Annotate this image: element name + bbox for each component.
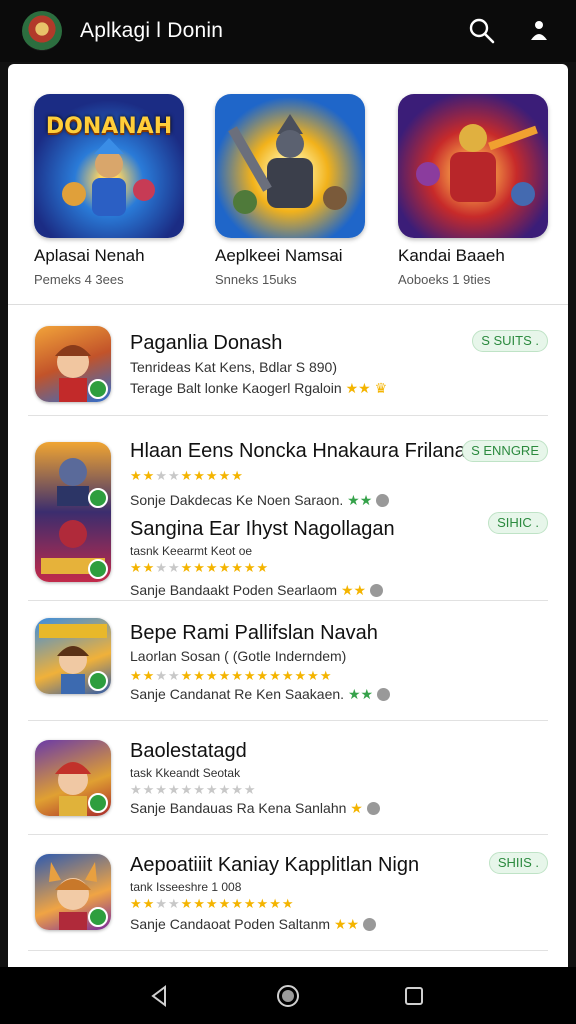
status-badge[interactable]: S SUITS . bbox=[472, 330, 548, 352]
installed-badge bbox=[88, 907, 108, 927]
home-icon[interactable] bbox=[273, 981, 303, 1011]
star-icon: ★★ bbox=[347, 492, 373, 508]
star-icon: ★★ bbox=[347, 686, 374, 702]
app-subtitle: Laorlan Sosan ( (Gotle Inderndem) bbox=[130, 648, 347, 664]
developer-text: Sanje Candaoat Poden Saltanm bbox=[130, 916, 331, 932]
app-subtitle: tasnk Keearmt Keot oe bbox=[130, 544, 253, 558]
status-badge[interactable]: SIHIC . bbox=[488, 512, 548, 534]
developer-text: Sanje Candanat Re Ken Saakaen. bbox=[130, 686, 345, 702]
featured-card-2[interactable]: Aeplkeei Namsai Snneks 15uks bbox=[215, 94, 375, 287]
app-subtitle: task Kkeandt Seotak bbox=[130, 766, 241, 780]
installed-badge bbox=[88, 488, 108, 508]
row-divider bbox=[28, 834, 548, 835]
crown-icon: ♛ bbox=[374, 380, 388, 396]
featured-meta: Snneks 15uks bbox=[215, 272, 297, 287]
app-icon[interactable] bbox=[35, 618, 111, 694]
info-icon bbox=[366, 802, 380, 815]
installed-badge bbox=[88, 559, 108, 579]
info-icon bbox=[377, 688, 391, 701]
app-title: Aplkagi l Donin bbox=[80, 19, 224, 42]
featured-meta: Aoboeks 1 9ties bbox=[398, 272, 491, 287]
list-item[interactable]: Hlaan Eens Noncka Hnakaura Frilanah ★★★★… bbox=[28, 440, 548, 598]
star-icon: ★★ bbox=[345, 380, 371, 396]
featured-name: Aplasai Nenah bbox=[34, 246, 145, 265]
hero-illustration bbox=[62, 138, 155, 216]
row-divider bbox=[28, 950, 548, 951]
list-item[interactable]: Paganlia Donash Tenrideas Kat Kens, Bdla… bbox=[28, 326, 548, 406]
featured-name: Aeplkeei Namsai bbox=[215, 246, 343, 265]
app-developer: Sanje Candaoat Poden Saltanm ★★ bbox=[130, 916, 377, 933]
rating-stars: ★★★★★★★★★★ bbox=[130, 782, 257, 797]
app-name: Hlaan Eens Noncka Hnakaura Frilanah bbox=[130, 440, 477, 462]
rating-stars: ★★★★★★★★★★★ bbox=[130, 560, 270, 575]
installed-badge bbox=[88, 793, 108, 813]
app-icon[interactable] bbox=[35, 740, 111, 816]
developer-text: Terage Balt lonke Kaogerl Rgaloin bbox=[130, 380, 342, 396]
app-developer: Sanje Bandauas Ra Kena Sanlahn ★ bbox=[130, 800, 380, 817]
top-app-bar: Aplkagi l Donin bbox=[0, 0, 576, 62]
app-developer: Sanje Bandaakt Poden Searlaom ★★ bbox=[130, 582, 384, 599]
back-icon[interactable] bbox=[145, 981, 175, 1011]
row-divider bbox=[28, 415, 548, 416]
star-icon: ★★ bbox=[333, 916, 360, 932]
app-subtitle: tank Isseeshre 1 008 bbox=[130, 880, 242, 894]
system-navigation-bar bbox=[0, 967, 576, 1024]
developer-text: Sanje Bandaakt Poden Searlaom bbox=[130, 582, 338, 598]
app-name: Sangina Ear Ihyst Nagollagan bbox=[130, 518, 395, 540]
list-item[interactable]: Aepoatiiit Kaniay Kapplitlan Nign tank I… bbox=[28, 852, 548, 934]
rating-stars: ★★★★★★★★★★★★★ bbox=[130, 896, 295, 911]
list-item[interactable]: Bepe Rami Pallifslan Navah Laorlan Sosan… bbox=[28, 618, 548, 702]
status-badge[interactable]: S ENNGRE bbox=[462, 440, 548, 462]
featured-carousel: DONANAH Aplasai Nenah Pemeks 4 3ees Aepl… bbox=[8, 64, 568, 304]
installed-badge bbox=[88, 379, 108, 399]
list-item[interactable]: Baolestatagd task Kkeandt Seotak ★★★★★★★… bbox=[28, 740, 548, 820]
rating-stars: ★★★★★★★★★★★★★★★★ bbox=[130, 668, 333, 683]
warrior-illustration bbox=[416, 124, 538, 206]
app-icon[interactable] bbox=[35, 326, 111, 402]
app-subtitle: Tenrideas Kat Kens, Bdlar S 890) bbox=[130, 359, 338, 375]
app-icon[interactable] bbox=[35, 854, 111, 930]
rating-stars: ★★★★★★★★★ bbox=[130, 468, 244, 483]
content-sheet: DONANAH Aplasai Nenah Pemeks 4 3ees Aepl… bbox=[8, 64, 568, 967]
status-badge[interactable]: SHIIS . bbox=[488, 852, 548, 874]
info-icon bbox=[363, 918, 377, 931]
featured-name: Kandai Baaeh bbox=[398, 246, 505, 265]
featured-card-1[interactable]: DONANAH Aplasai Nenah Pemeks 4 3ees bbox=[34, 94, 194, 287]
developer-text: Sonje Dakdecas Ke Noen Saraon. bbox=[130, 492, 344, 508]
star-icon: ★ bbox=[350, 800, 363, 816]
knight-illustration bbox=[228, 114, 347, 214]
game-logo-icon[interactable] bbox=[22, 11, 62, 51]
featured-thumbnail[interactable] bbox=[215, 94, 365, 238]
app-name: Baolestatagd bbox=[130, 740, 247, 762]
app-icon[interactable] bbox=[35, 442, 111, 582]
app-developer: Sonje Dakdecas Ke Noen Saraon. ★★ bbox=[130, 492, 390, 509]
row-divider bbox=[28, 720, 548, 721]
developer-text: Sanje Bandauas Ra Kena Sanlahn bbox=[130, 800, 347, 816]
featured-thumbnail[interactable]: DONANAH bbox=[34, 94, 184, 238]
featured-thumbnail[interactable] bbox=[398, 94, 548, 238]
row-divider bbox=[28, 600, 548, 601]
app-developer: Sanje Candanat Re Ken Saakaen. ★★ bbox=[130, 686, 391, 703]
info-icon bbox=[370, 584, 384, 597]
recents-icon[interactable] bbox=[399, 981, 429, 1011]
account-icon[interactable] bbox=[524, 16, 554, 46]
search-icon[interactable] bbox=[467, 16, 497, 46]
featured-card-3[interactable]: Kandai Baaeh Aoboeks 1 9ties bbox=[398, 94, 558, 287]
app-name: Bepe Rami Pallifslan Navah bbox=[130, 622, 378, 644]
star-icon: ★★ bbox=[340, 582, 367, 598]
featured-meta: Pemeks 4 3ees bbox=[34, 272, 124, 287]
app-developer: Terage Balt lonke Kaogerl Rgaloin ★★ ♛ bbox=[130, 380, 387, 397]
installed-badge bbox=[88, 671, 108, 691]
section-divider bbox=[8, 304, 568, 305]
app-name: Aepoatiiit Kaniay Kapplitlan Nign bbox=[130, 854, 420, 876]
info-icon bbox=[376, 494, 390, 507]
app-name: Paganlia Donash bbox=[130, 332, 283, 354]
